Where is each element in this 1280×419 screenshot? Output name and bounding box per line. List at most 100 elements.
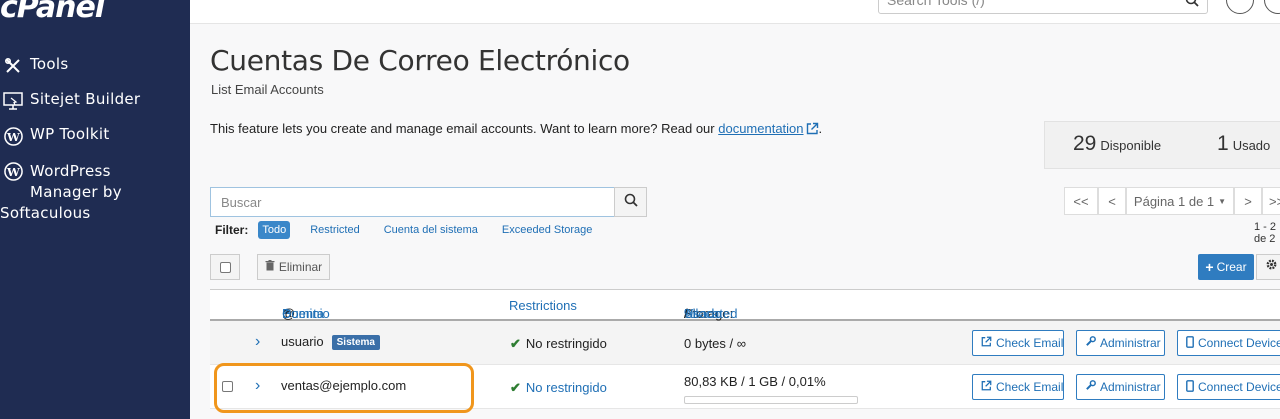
first-page-button[interactable]: <<	[1064, 187, 1098, 215]
tools-icon	[2, 55, 24, 77]
trash-icon	[265, 260, 275, 274]
sitejet-icon	[2, 90, 24, 112]
storage-value: 0 bytes / ∞	[684, 336, 747, 351]
select-all-checkbox[interactable]	[210, 254, 240, 280]
search-icon	[1185, 0, 1199, 10]
check-email-label: Check Email	[996, 336, 1064, 350]
feature-text: This feature lets you create and manage …	[210, 121, 719, 136]
search-tools-input[interactable]: Search Tools (/)	[878, 0, 1208, 14]
wrench-icon	[1085, 336, 1096, 350]
cpanel-logo[interactable]: cPanel	[0, 0, 105, 25]
create-label: Crear	[1216, 260, 1247, 274]
filter-bar: Filter: Todo Restricted Cuenta del siste…	[215, 221, 612, 239]
sidebar-item-label: Softaculous	[0, 204, 91, 222]
create-button[interactable]: + Crear	[1198, 254, 1254, 280]
sidebar-item-label: Manager by	[30, 183, 122, 201]
column-percent[interactable]: %	[684, 306, 696, 321]
wordpress-icon: W	[2, 125, 24, 147]
wordpress-icon: W	[2, 160, 24, 182]
search-tools-placeholder: Search Tools (/)	[887, 0, 985, 8]
sidebar-item-label: Sitejet Builder	[30, 90, 141, 108]
wrench-icon	[1085, 380, 1096, 394]
external-link-icon	[981, 380, 992, 394]
search-icon	[624, 193, 638, 212]
main-content: Cuentas De Correo Electrónico List Email…	[190, 24, 1280, 419]
pagination: << < Página 1 de 1▼ > >>	[1064, 187, 1280, 215]
account-cell: usuario Sistema	[281, 334, 380, 350]
svg-text:W: W	[5, 164, 19, 178]
svg-text:W: W	[5, 129, 19, 143]
caret-down-icon: ▼	[1218, 196, 1227, 206]
search-input[interactable]: Buscar	[210, 187, 615, 217]
check-email-button[interactable]: Check Email	[972, 330, 1064, 356]
restriction-link[interactable]: No restringido	[526, 380, 607, 395]
external-link-icon	[981, 336, 992, 350]
external-link-icon[interactable]	[806, 122, 819, 138]
filter-restricted[interactable]: Restricted	[306, 221, 364, 239]
used-count: 1	[1217, 132, 1229, 155]
highlight-annotation	[214, 363, 474, 413]
sidebar-item-sitejet[interactable]: Sitejet Builder	[2, 90, 140, 112]
search-placeholder: Buscar	[221, 195, 262, 210]
prev-page-button[interactable]: <	[1098, 187, 1126, 215]
last-page-button[interactable]: >>	[1262, 187, 1280, 215]
page-select[interactable]: Página 1 de 1 ▼	[1126, 187, 1234, 215]
available-stat: 29 Disponible	[1073, 132, 1161, 156]
documentation-link[interactable]: documentation	[718, 121, 803, 136]
filter-all[interactable]: Todo	[258, 221, 291, 239]
restriction-cell: ✔ No restringido	[510, 336, 607, 352]
expand-chevron-icon[interactable]: ›	[255, 333, 260, 351]
used-label: Usado	[1232, 138, 1271, 153]
mobile-icon	[1186, 335, 1194, 351]
filter-exceeded-storage[interactable]: Exceeded Storage	[498, 221, 597, 239]
check-email-button[interactable]: Check Email	[972, 374, 1064, 400]
manage-button[interactable]: Administrar	[1076, 374, 1165, 400]
storage-usage-bar	[684, 396, 858, 404]
system-badge: Sistema	[331, 335, 380, 350]
filter-label: Filter:	[215, 223, 249, 237]
column-restrictions[interactable]: Restrictions	[509, 298, 577, 313]
connect-devices-button[interactable]: Connect Devices	[1177, 330, 1280, 356]
notifications-icon[interactable]	[1226, 0, 1254, 14]
used-stat: 1 Usado	[1217, 132, 1270, 156]
check-email-label: Check Email	[996, 380, 1064, 394]
sidebar: cPanel Tools Sitejet Builder W WP Toolki…	[0, 0, 190, 419]
feature-description: This feature lets you create and manage …	[210, 121, 822, 138]
results-range: 1 - 2 de 2	[1254, 221, 1277, 245]
sidebar-item-tools[interactable]: Tools	[2, 55, 68, 77]
plus-icon: +	[1205, 259, 1214, 275]
sidebar-item-wordpress-manager[interactable]: W WordPress Manager by Softaculous	[0, 160, 122, 224]
delete-button[interactable]: Eliminar	[257, 254, 330, 280]
user-menu-icon[interactable]	[1264, 0, 1280, 14]
delete-label: Eliminar	[278, 260, 323, 274]
account-name: usuario	[281, 334, 324, 349]
settings-button[interactable]	[1256, 254, 1280, 280]
manage-label: Administrar	[1100, 336, 1161, 350]
table-header: Cuenta ▲ @ Dominio Restrictions Storage:…	[210, 289, 1280, 321]
search-button[interactable]	[614, 187, 647, 217]
page-subtitle: List Email Accounts	[211, 82, 324, 97]
check-icon: ✔	[510, 336, 521, 351]
page-label: Página 1 de 1	[1133, 193, 1215, 209]
feature-end: .	[818, 121, 823, 136]
column-domain-label[interactable]: Dominio	[282, 306, 330, 321]
storage-value: 80,83 KB / 1 GB / 0,01%	[684, 374, 826, 389]
connect-devices-button[interactable]: Connect Devices	[1177, 374, 1280, 400]
available-label: Disponible	[1100, 138, 1162, 153]
sidebar-item-label: Tools	[30, 55, 69, 73]
checkbox[interactable]	[219, 261, 231, 273]
table-row: › usuario Sistema ✔ No restringido 0 bytes…	[210, 321, 1280, 365]
sidebar-item-label: WordPress	[30, 161, 111, 180]
mobile-icon	[1186, 379, 1194, 395]
filter-system-account[interactable]: Cuenta del sistema	[380, 221, 482, 239]
sidebar-item-wp-toolkit[interactable]: W WP Toolkit	[2, 125, 110, 147]
sidebar-item-label: WP Toolkit	[30, 125, 110, 143]
top-bar: Search Tools (/)	[190, 0, 1280, 24]
account-stats: 29 Disponible 1 Usado	[1044, 121, 1280, 169]
manage-button[interactable]: Administrar	[1076, 330, 1165, 356]
manage-label: Administrar	[1100, 380, 1161, 394]
next-page-button[interactable]: >	[1234, 187, 1262, 215]
connect-devices-label: Connect Devices	[1198, 336, 1280, 350]
restriction-status: No restringido	[525, 336, 607, 351]
connect-devices-label: Connect Devices	[1198, 380, 1280, 394]
